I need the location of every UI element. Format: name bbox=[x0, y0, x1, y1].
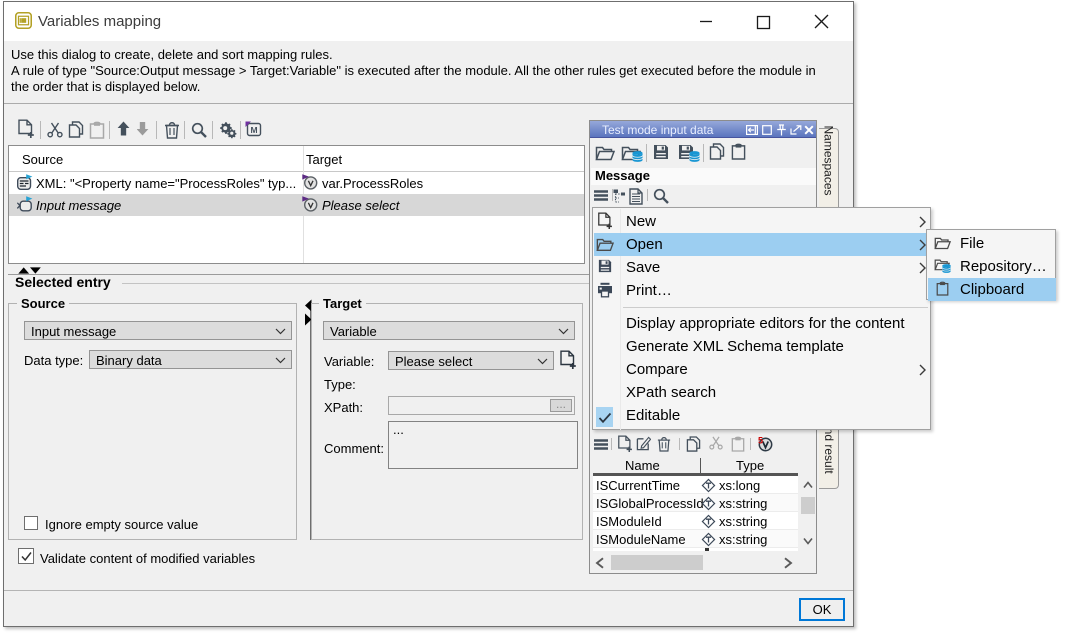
svg-text:5: 5 bbox=[758, 436, 763, 446]
